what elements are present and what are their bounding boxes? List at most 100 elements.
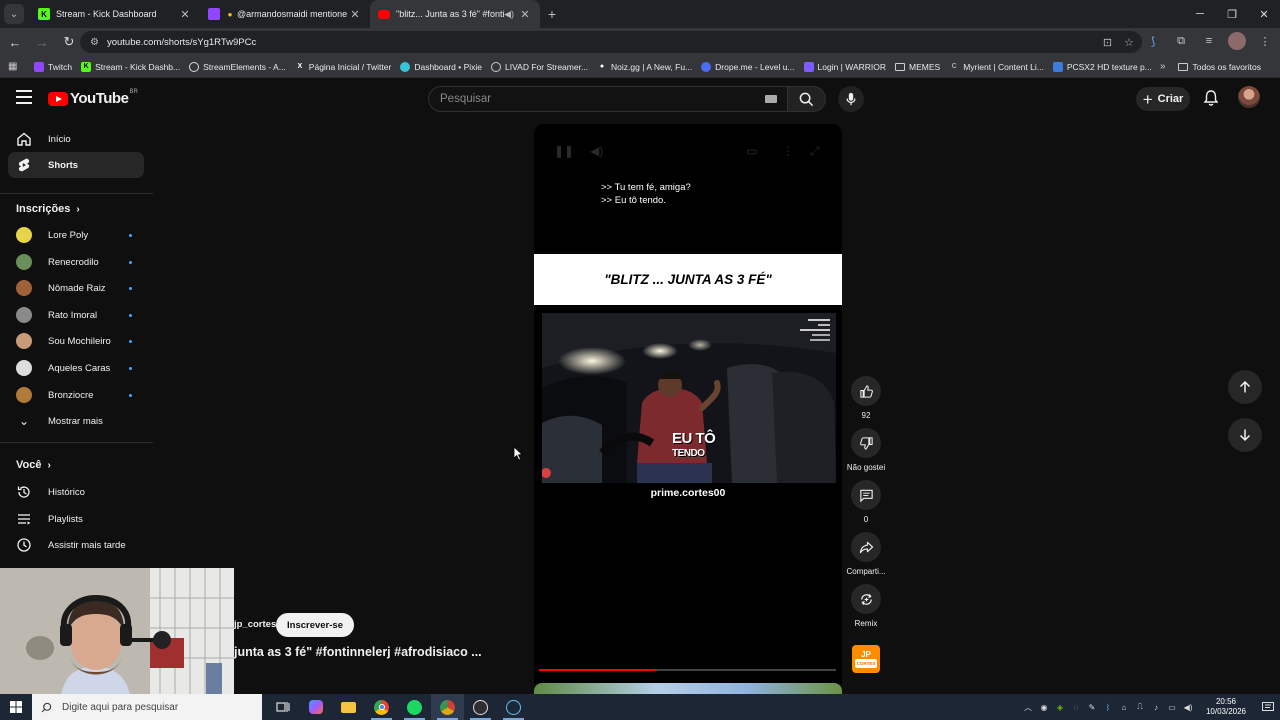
volume-icon[interactable]: ◀) <box>590 144 603 158</box>
bookmark-folder[interactable]: MEMES <box>895 62 940 72</box>
tab-search-icon[interactable]: ⌄ <box>4 4 24 24</box>
share-button[interactable]: Comparti... <box>846 532 886 576</box>
profile-avatar[interactable] <box>1228 32 1246 50</box>
install-app-icon[interactable]: ⊡ <box>1103 36 1112 49</box>
windows-start-button[interactable] <box>0 694 32 720</box>
usb-icon[interactable]: ⎍ <box>1132 702 1148 712</box>
forward-icon[interactable]: → <box>30 30 54 54</box>
video-progress-bar[interactable] <box>539 669 836 671</box>
bookmark-item[interactable]: Login | WARRIOR <box>803 61 886 72</box>
microphone-icon[interactable]: ♪ <box>1148 703 1164 712</box>
account-avatar[interactable] <box>1238 86 1260 108</box>
keyboard-icon[interactable] <box>765 95 777 103</box>
shorts-video-player[interactable]: ❚❚ ◀) ▭ ⋮ ⤢ >> Tu tem fé, amiga? >> Eu t… <box>534 124 842 684</box>
new-tab-button[interactable]: + <box>540 6 564 22</box>
system-clock[interactable]: 20:56 10/03/2026 <box>1196 697 1256 717</box>
taskbar-search-input[interactable] <box>62 701 242 713</box>
extensions-puzzle-icon[interactable]: ⧉ <box>1172 32 1190 50</box>
more-options-icon[interactable]: ⋮ <box>782 144 794 158</box>
site-info-icon[interactable]: ⚙ <box>90 37 99 48</box>
bookmark-item[interactable]: Twitch <box>34 61 72 72</box>
network-icon[interactable]: ⌂ <box>1116 703 1132 712</box>
sidebar-item-subscription[interactable]: Sou Mochileiro <box>8 328 144 354</box>
short-title[interactable]: junta as 3 fé" #fontinnelerj #afrodisiac… <box>234 645 482 659</box>
obs-app[interactable] <box>464 694 497 720</box>
ethernet-icon[interactable]: ▭ <box>1164 703 1180 712</box>
sidebar-item-subscription[interactable]: Lore Poly <box>8 222 144 248</box>
sidebar-item-show-more[interactable]: ⌄ Mostrar mais <box>8 408 144 434</box>
bookmark-item[interactable]: LIVAD For Streamer... <box>491 61 588 72</box>
sidebar-item-shorts[interactable]: Shorts <box>8 152 144 178</box>
remix-button[interactable]: Remix <box>846 584 886 628</box>
address-bar[interactable]: ⚙ youtube.com/shorts/sYg1RTw9PCc ⊡ ☆ <box>80 31 1142 53</box>
search-input[interactable] <box>440 93 740 105</box>
media-control-icon[interactable]: ≡ <box>1200 32 1218 50</box>
close-window-icon[interactable]: ✕ <box>1248 0 1280 28</box>
you-heading[interactable]: Você › <box>16 459 51 471</box>
sidebar-item-subscription[interactable]: Renecrodilo <box>8 249 144 275</box>
bookmark-item[interactable]: StreamElements - A... <box>189 61 286 72</box>
close-tab-icon[interactable]: ✕ <box>178 8 192 21</box>
sidebar-item-subscription[interactable]: Aqueles Caras <box>8 355 144 381</box>
tab-kick-dashboard[interactable]: K Stream - Kick Dashboard ✕ <box>30 0 200 28</box>
comments-button[interactable]: 0 <box>846 480 886 524</box>
bookmark-item[interactable]: Drope.me - Level u... <box>701 61 795 72</box>
reload-icon[interactable]: ↻ <box>57 30 81 54</box>
dislike-button[interactable]: Não gostei <box>846 428 886 472</box>
bookmark-item[interactable]: X Página Inicial / Twitter <box>295 62 391 72</box>
notification-center-icon[interactable] <box>1256 701 1280 713</box>
channel-name[interactable]: jp_cortes <box>234 619 276 630</box>
chevron-up-icon[interactable]: ︿ <box>1020 702 1036 713</box>
all-bookmarks-folder[interactable]: Todos os favoritos <box>1178 62 1261 72</box>
spotify-app[interactable] <box>398 694 431 720</box>
restore-icon[interactable]: ❐ <box>1216 0 1248 28</box>
bookmark-item[interactable]: PCSX2 HD texture p... <box>1052 61 1152 72</box>
sidebar-item-subscription[interactable]: Rato Imoral <box>8 302 144 328</box>
chrome-app[interactable] <box>365 694 398 720</box>
minimize-icon[interactable]: ─ <box>1184 0 1216 28</box>
youtube-logo[interactable]: YouTube BR <box>48 89 138 107</box>
tab-twitter-mentions[interactable]: ● @armandosmaidi mentione ✕ <box>200 0 370 28</box>
pen-tray-icon[interactable]: ✎ <box>1084 703 1100 712</box>
close-tab-icon[interactable]: ✕ <box>348 8 362 21</box>
bookmark-star-icon[interactable]: ☆ <box>1124 36 1134 49</box>
voice-search-button[interactable] <box>838 86 864 112</box>
subscriptions-heading[interactable]: Inscrições › <box>16 203 80 215</box>
more-bookmarks-icon[interactable]: » <box>1160 61 1166 72</box>
fullscreen-icon[interactable]: ⤢ <box>810 144 820 159</box>
previous-short-button[interactable] <box>1228 370 1262 404</box>
nvidia-tray-icon[interactable]: ◈ <box>1052 703 1068 712</box>
task-view-button[interactable] <box>266 694 299 720</box>
apps-grid-icon[interactable]: ▦ <box>8 61 22 72</box>
file-explorer-app[interactable] <box>332 694 365 720</box>
subscribe-button[interactable]: Inscrever-se <box>276 613 354 637</box>
steam-app[interactable] <box>497 694 530 720</box>
sidebar-item-watch-later[interactable]: Assistir mais tarde <box>8 532 144 558</box>
sidebar-item-subscription[interactable]: Bronziocre <box>8 382 144 408</box>
steam-tray-icon[interactable]: ◉ <box>1036 703 1052 712</box>
sidebar-item-subscription[interactable]: Nômade Raiz <box>8 275 144 301</box>
search-button[interactable] <box>788 86 826 112</box>
bookmark-item[interactable]: C Myrient | Content Li... <box>949 62 1044 72</box>
menu-kebab-icon[interactable]: ⋮ <box>1256 32 1274 50</box>
notifications-bell-icon[interactable] <box>1202 89 1220 107</box>
extension-icon[interactable]: ⟆ <box>1144 32 1162 50</box>
volume-icon[interactable]: ◀) <box>1180 703 1196 712</box>
pause-icon[interactable]: ❚❚ <box>554 144 574 158</box>
copilot-app[interactable] <box>299 694 332 720</box>
sidebar-item-playlists[interactable]: Playlists <box>8 506 144 532</box>
sidebar-item-home[interactable]: Início <box>8 126 144 152</box>
next-short-button[interactable] <box>1228 418 1262 452</box>
close-tab-icon[interactable]: ✕ <box>518 8 532 21</box>
tab-youtube-short[interactable]: "blitz... Junta as 3 fé" #fonti ◀) ✕ <box>370 0 540 28</box>
bluetooth-icon[interactable]: ᛒ <box>1100 703 1116 712</box>
like-button[interactable]: 92 <box>846 376 886 420</box>
tray-app-icon[interactable]: ◌ <box>1068 703 1084 712</box>
bookmark-item[interactable]: ● Noiz.gg | A New, Fu... <box>597 62 692 72</box>
sidebar-item-history[interactable]: Histórico <box>8 479 144 505</box>
chrome-profile-app[interactable] <box>431 694 464 720</box>
back-icon[interactable]: ← <box>3 30 27 54</box>
create-button[interactable]: + Criar <box>1136 87 1190 111</box>
captions-icon[interactable]: ▭ <box>746 144 757 158</box>
hamburger-menu-icon[interactable] <box>16 90 32 104</box>
